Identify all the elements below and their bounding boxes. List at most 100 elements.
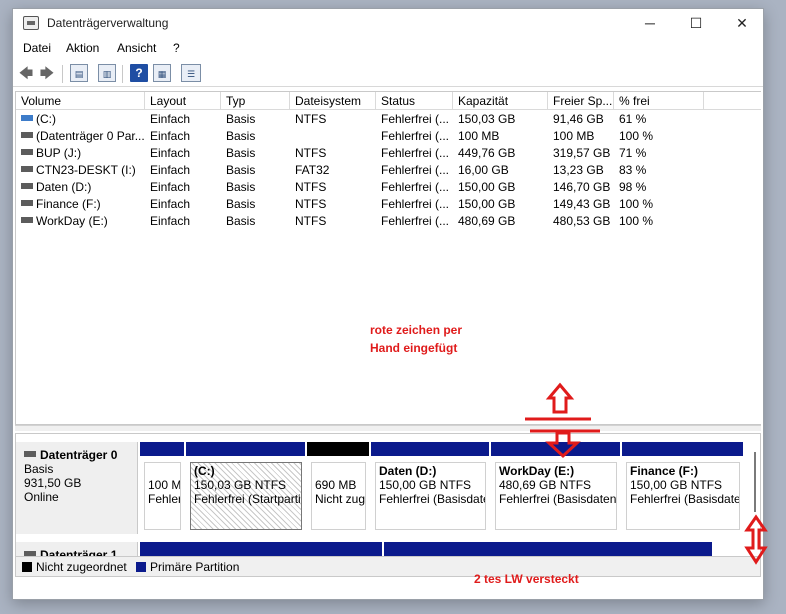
table-row[interactable]: (Datenträger 0 Par... Einfach Basis Fehl…	[16, 128, 761, 145]
volume-list: Volume Layout Typ Dateisystem Status Kap…	[15, 91, 761, 425]
show-hide-icon[interactable]: ▦	[153, 64, 171, 82]
back-icon[interactable]: 🡄	[17, 64, 35, 82]
disk0-size: 931,50 GB	[24, 476, 82, 490]
table-row[interactable]: WorkDay (E:) Einfach Basis NTFS Fehlerfr…	[16, 213, 761, 230]
table-row[interactable]: Finance (F:) Einfach Basis NTFS Fehlerfr…	[16, 196, 761, 213]
partition-body-selected: (C:) 150,03 GB NTFS Fehlerfrei (Startpar…	[190, 462, 302, 530]
cell-status: Fehlerfrei (...	[381, 112, 450, 126]
partition-status: Fehlerfrei (Startpartition)	[194, 492, 301, 506]
partition-body: 690 MB Nicht zugeordnet	[311, 462, 366, 530]
forward-icon[interactable]: 🡆	[38, 64, 56, 82]
partition-status: Fehlerfrei (Basisdatenpartition)	[630, 492, 740, 506]
partition-c[interactable]: (C:) 150,03 GB NTFS Fehlerfrei (Startpar…	[186, 442, 305, 534]
cell-typ: Basis	[226, 163, 256, 177]
cell-volume: (C:)	[16, 111, 145, 128]
maximize-button[interactable]: ☐	[673, 9, 719, 39]
cell-status: Fehlerfrei (...	[381, 146, 450, 160]
partition-body: WorkDay (E:) 480,69 GB NTFS Fehlerfrei (…	[495, 462, 617, 530]
partition-primary-bar	[186, 442, 305, 456]
cell-volume: CTN23-DESKT (I:)	[16, 162, 145, 179]
partition-primary-bar	[384, 542, 712, 556]
cell-typ: Basis	[226, 197, 256, 211]
disk1-partition-2[interactable]	[384, 542, 712, 556]
cell-layout: Einfach	[150, 214, 191, 228]
column-header-status[interactable]: Status	[376, 92, 453, 110]
disk-management-window: Datenträgerverwaltung ─ ☐ ✕ Datei Aktion…	[12, 8, 764, 600]
partition-e[interactable]: WorkDay (E:) 480,69 GB NTFS Fehlerfrei (…	[491, 442, 620, 534]
cell-prozent-frei: 61 %	[619, 112, 647, 126]
cell-dateisystem: NTFS	[295, 112, 327, 126]
system-drive-icon	[21, 115, 33, 121]
cell-volume: (Datenträger 0 Par...	[16, 128, 145, 145]
volume-table-header: Volume Layout Typ Dateisystem Status Kap…	[16, 92, 761, 110]
cell-prozent-frei: 100 %	[619, 129, 654, 143]
console-tree-icon[interactable]: ▤	[70, 64, 88, 82]
disk-view-scrollbar[interactable]	[754, 452, 756, 512]
unallocated-bar	[307, 442, 369, 456]
hidden-drive-annotation: 2 tes LW versteckt	[474, 572, 579, 586]
cell-volume: Finance (F:)	[16, 196, 145, 213]
cell-freier-speicher: 480,53 GB	[553, 214, 611, 228]
partition-size: 100 MB	[148, 478, 181, 492]
disk0-type: Basis	[24, 462, 54, 476]
partition-f[interactable]: Finance (F:) 150,00 GB NTFS Fehlerfrei (…	[622, 442, 743, 534]
table-row[interactable]: Daten (D:) Einfach Basis NTFS Fehlerfrei…	[16, 179, 761, 196]
cell-layout: Einfach	[150, 112, 191, 126]
partition-status: Fehlerfrei (Basisdatenpartition)	[499, 492, 617, 506]
partition-size: 150,03 GB NTFS	[194, 478, 287, 492]
table-row[interactable]: (C:) Einfach Basis NTFS Fehlerfrei (... …	[16, 111, 761, 128]
column-header-typ[interactable]: Typ	[221, 92, 290, 110]
view-icon[interactable]: ☰	[181, 64, 201, 82]
cell-prozent-frei: 100 %	[619, 214, 654, 228]
cell-status: Fehlerfrei (...	[381, 163, 450, 177]
pane-splitter[interactable]	[15, 425, 761, 431]
menu-bar: Datei Aktion Ansicht ?	[13, 39, 763, 59]
table-row[interactable]: BUP (J:) Einfach Basis NTFS Fehlerfrei (…	[16, 145, 761, 162]
column-header-prozent-frei[interactable]: % frei	[614, 92, 704, 110]
partition-efi[interactable]: 100 MB Fehlerfrei (EFI-Systempartition)	[140, 442, 184, 534]
properties-icon[interactable]: ▥	[98, 64, 116, 82]
cell-volume-text: BUP (J:)	[36, 146, 82, 160]
disk0-label[interactable]: Datenträger 0 Basis 931,50 GB Online	[16, 442, 138, 534]
legend-primary-label: Primäre Partition	[150, 560, 240, 574]
legend-primary-swatch	[136, 562, 146, 572]
cell-kapazitaet: 150,00 GB	[458, 197, 516, 211]
cell-volume-text: (Datenträger 0 Par...	[36, 129, 145, 143]
cell-dateisystem: NTFS	[295, 214, 327, 228]
menu-ansicht[interactable]: Ansicht	[117, 41, 156, 55]
partition-size: 150,00 GB NTFS	[630, 478, 723, 492]
cell-typ: Basis	[226, 129, 256, 143]
toolbar-separator	[62, 65, 63, 83]
menu-help[interactable]: ?	[173, 41, 180, 55]
minimize-button[interactable]: ─	[627, 9, 673, 39]
menu-aktion[interactable]: Aktion	[66, 41, 99, 55]
cell-layout: Einfach	[150, 146, 191, 160]
table-row[interactable]: CTN23-DESKT (I:) Einfach Basis FAT32 Feh…	[16, 162, 761, 179]
cell-layout: Einfach	[150, 180, 191, 194]
column-header-freier-speicher[interactable]: Freier Sp...	[548, 92, 614, 110]
cell-freier-speicher: 91,46 GB	[553, 112, 604, 126]
partition-status: Fehlerfrei (EFI-Systempartition)	[148, 492, 180, 506]
disk1-label[interactable]: Datenträger 1	[16, 542, 138, 556]
cell-typ: Basis	[226, 146, 256, 160]
partition-primary-bar	[371, 442, 489, 456]
help-icon[interactable]: ?	[130, 64, 148, 82]
menu-datei[interactable]: Datei	[23, 41, 51, 55]
partition-name	[148, 464, 177, 478]
close-button[interactable]: ✕	[719, 9, 763, 39]
partition-unallocated[interactable]: 690 MB Nicht zugeordnet	[307, 442, 369, 534]
column-header-layout[interactable]: Layout	[145, 92, 221, 110]
cell-typ: Basis	[226, 180, 256, 194]
column-header-kapazitaet[interactable]: Kapazität	[453, 92, 548, 110]
cell-dateisystem	[290, 128, 376, 145]
disk0-name-text: Datenträger 0	[40, 448, 118, 462]
disk1-partition-1[interactable]	[140, 542, 382, 556]
partition-name: (C:)	[194, 464, 215, 478]
column-header-dateisystem[interactable]: Dateisystem	[290, 92, 376, 110]
column-header-volume[interactable]: Volume	[16, 92, 145, 110]
partition-d[interactable]: Daten (D:) 150,00 GB NTFS Fehlerfrei (Ba…	[371, 442, 489, 534]
partition-name: Finance (F:)	[630, 464, 698, 478]
cell-layout: Einfach	[150, 163, 191, 177]
cell-dateisystem: NTFS	[295, 146, 327, 160]
disk-icon	[24, 451, 36, 457]
